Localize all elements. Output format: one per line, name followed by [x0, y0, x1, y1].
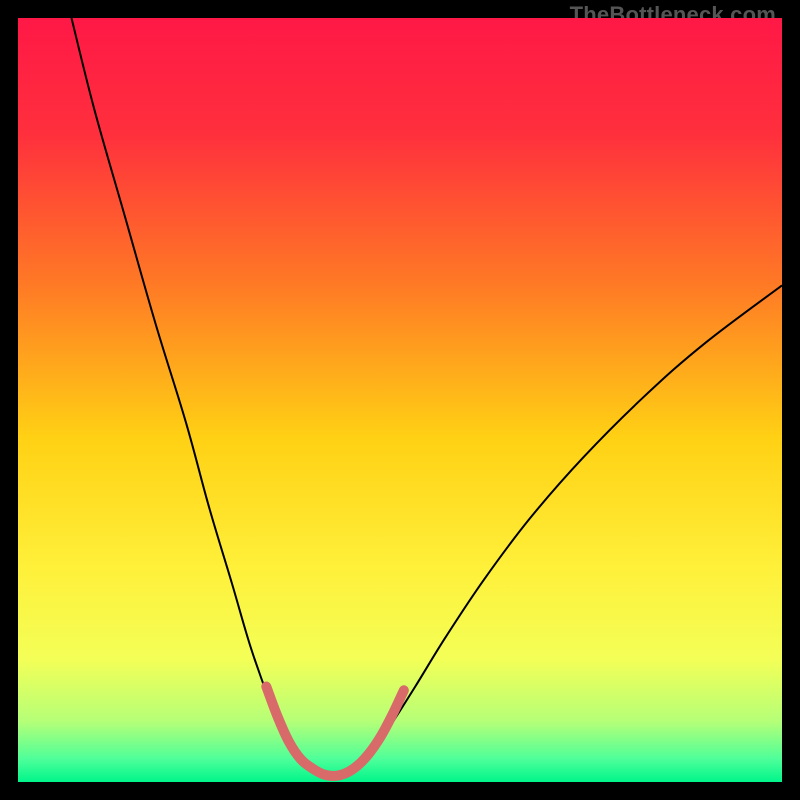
bottleneck-chart: [18, 18, 782, 782]
gradient-background: [18, 18, 782, 782]
chart-plot-area: [18, 18, 782, 782]
